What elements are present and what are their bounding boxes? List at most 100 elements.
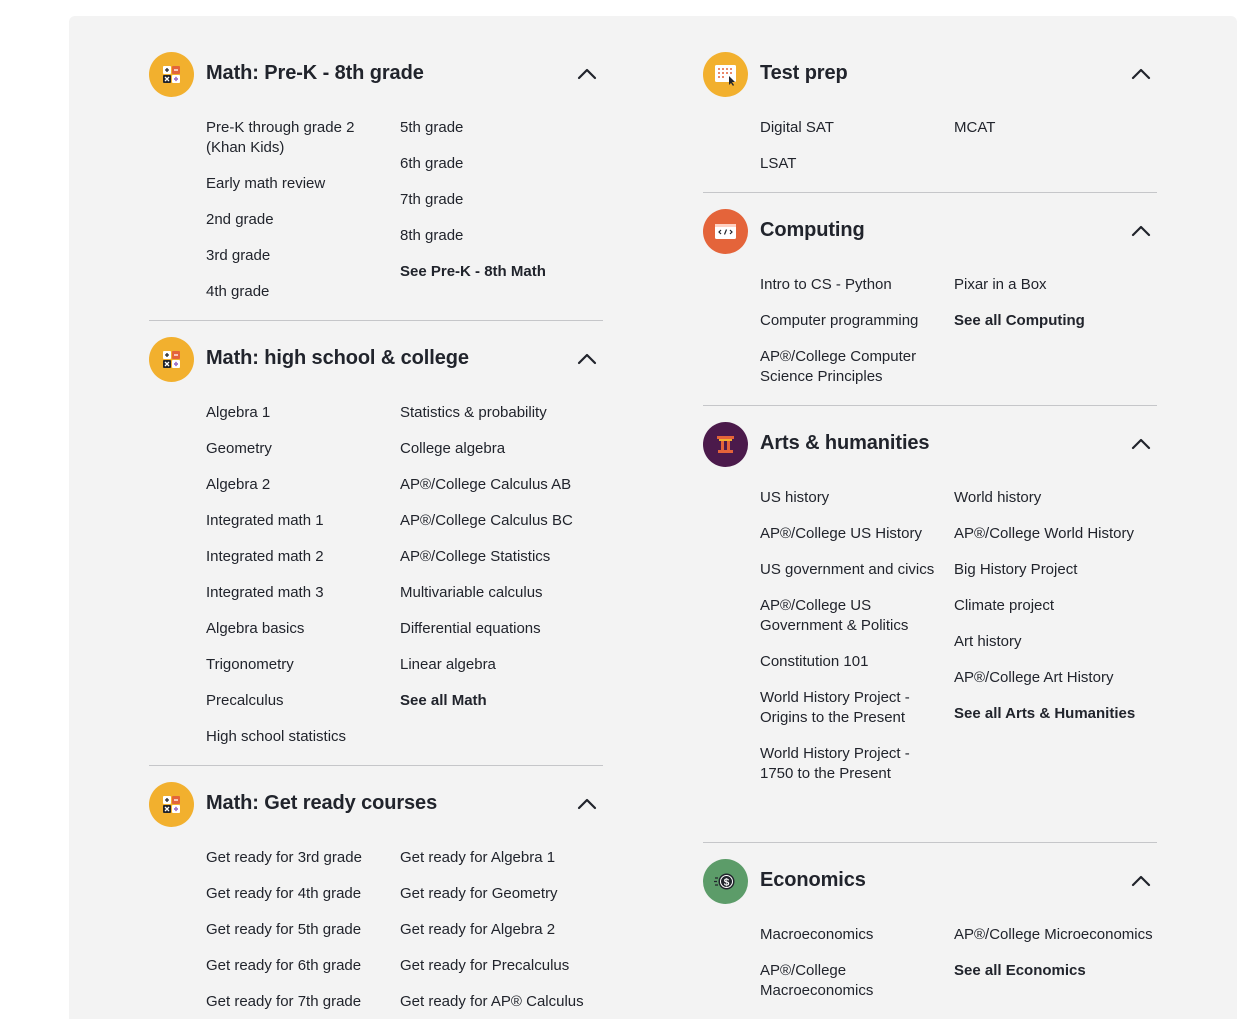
link-college-algebra[interactable]: College algebra [400,439,610,459]
section-divider [149,765,603,766]
link-multivariable-calculus[interactable]: Multivariable calculus [400,583,610,603]
link-algebra-1[interactable]: Algebra 1 [206,403,390,423]
link-ap-us-government[interactable]: AP®/College US Government & Politics [760,596,944,636]
section-divider [703,405,1157,406]
link-computer-programming[interactable]: Computer programming [760,311,944,331]
link-climate-project[interactable]: Climate project [954,596,1164,616]
link-get-ready-4th[interactable]: Get ready for 4th grade [206,884,390,904]
link-whp-origins[interactable]: World History Project - Origins to the P… [760,688,944,728]
section-header[interactable]: Computing [703,209,1157,255]
link-mcat[interactable]: MCAT [954,118,1164,138]
section-title[interactable]: Math: high school & college [206,347,469,370]
link-big-history-project[interactable]: Big History Project [954,560,1164,580]
subjects-menu-panel: Math: Pre-K - 8th grade Pre-K through gr… [69,16,1237,1019]
chevron-up-icon[interactable] [1129,64,1153,84]
link-digital-sat[interactable]: Digital SAT [760,118,944,138]
link-whp-1750[interactable]: World History Project - 1750 to the Pres… [760,744,944,784]
section-divider [703,842,1157,843]
link-get-ready-algebra-2[interactable]: Get ready for Algebra 2 [400,920,610,940]
chevron-up-icon[interactable] [575,64,599,84]
link-7th-grade[interactable]: 7th grade [400,190,610,210]
link-get-ready-algebra-1[interactable]: Get ready for Algebra 1 [400,848,610,868]
link-get-ready-geometry[interactable]: Get ready for Geometry [400,884,610,904]
test-prep-icon [703,52,748,97]
see-all-arts-link[interactable]: See all Arts & Humanities [954,704,1164,724]
link-prek-khan-kids[interactable]: Pre-K through grade 2 (Khan Kids) [206,118,390,158]
link-intro-cs-python[interactable]: Intro to CS - Python [760,275,944,295]
link-differential-equations[interactable]: Differential equations [400,619,610,639]
dollar-coin-icon: $ [703,859,748,904]
chevron-up-icon[interactable] [575,794,599,814]
link-algebra-basics[interactable]: Algebra basics [206,619,390,639]
link-us-history[interactable]: US history [760,488,944,508]
link-integrated-math-1[interactable]: Integrated math 1 [206,511,390,531]
chevron-up-icon[interactable] [1129,221,1153,241]
link-macroeconomics[interactable]: Macroeconomics [760,925,944,945]
link-get-ready-5th[interactable]: Get ready for 5th grade [206,920,390,940]
see-all-computing-link[interactable]: See all Computing [954,311,1164,331]
link-ap-art-history[interactable]: AP®/College Art History [954,668,1164,688]
chevron-up-icon[interactable] [1129,871,1153,891]
chevron-up-icon[interactable] [575,349,599,369]
link-trigonometry[interactable]: Trigonometry [206,655,390,675]
link-world-history[interactable]: World history [954,488,1164,508]
link-pixar-in-a-box[interactable]: Pixar in a Box [954,275,1164,295]
math-calculator-icon [149,782,194,827]
section-title[interactable]: Math: Get ready courses [206,792,437,815]
code-window-icon [703,209,748,254]
section-title[interactable]: Computing [760,219,865,242]
link-get-ready-3rd[interactable]: Get ready for 3rd grade [206,848,390,868]
link-hs-statistics[interactable]: High school statistics [206,727,390,747]
link-ap-world-history[interactable]: AP®/College World History [954,524,1164,544]
link-6th-grade[interactable]: 6th grade [400,154,610,174]
link-2nd-grade[interactable]: 2nd grade [206,210,390,230]
section-header[interactable]: Math: Get ready courses [149,782,603,828]
link-ap-statistics[interactable]: AP®/College Statistics [400,547,610,567]
link-ap-microeconomics[interactable]: AP®/College Microeconomics [954,925,1164,945]
column-icon [703,422,748,467]
link-get-ready-7th[interactable]: Get ready for 7th grade [206,992,390,1012]
section-header[interactable]: Test prep [703,52,1157,98]
see-all-math-link[interactable]: See all Math [400,691,610,711]
section-header[interactable]: Math: high school & college [149,337,603,383]
link-calculus-ab[interactable]: AP®/College Calculus AB [400,475,610,495]
section-header[interactable]: Math: Pre-K - 8th grade [149,52,603,98]
section-title[interactable]: Test prep [760,62,848,85]
link-integrated-math-2[interactable]: Integrated math 2 [206,547,390,567]
chevron-up-icon[interactable] [1129,434,1153,454]
link-get-ready-6th[interactable]: Get ready for 6th grade [206,956,390,976]
see-all-prek-math-link[interactable]: See Pre-K - 8th Math [400,262,610,282]
section-title[interactable]: Math: Pre-K - 8th grade [206,62,424,85]
link-linear-algebra[interactable]: Linear algebra [400,655,610,675]
link-lsat[interactable]: LSAT [760,154,944,174]
link-3rd-grade[interactable]: 3rd grade [206,246,390,266]
link-5th-grade[interactable]: 5th grade [400,118,610,138]
link-get-ready-precalculus[interactable]: Get ready for Precalculus [400,956,610,976]
link-get-ready-ap-calculus[interactable]: Get ready for AP® Calculus [400,992,610,1012]
math-calculator-icon [149,52,194,97]
link-4th-grade[interactable]: 4th grade [206,282,390,302]
link-constitution-101[interactable]: Constitution 101 [760,652,944,672]
section-header[interactable]: $ Economics [703,859,1157,905]
section-divider [149,320,603,321]
section-title[interactable]: Arts & humanities [760,432,930,455]
see-all-economics-link[interactable]: See all Economics [954,961,1164,981]
link-geometry[interactable]: Geometry [206,439,390,459]
link-ap-us-history[interactable]: AP®/College US History [760,524,944,544]
svg-text:$: $ [724,878,730,889]
link-algebra-2[interactable]: Algebra 2 [206,475,390,495]
link-early-math-review[interactable]: Early math review [206,174,390,194]
link-art-history[interactable]: Art history [954,632,1164,652]
link-us-government-civics[interactable]: US government and civics [760,560,944,580]
link-statistics-probability[interactable]: Statistics & probability [400,403,610,423]
section-title[interactable]: Economics [760,869,866,892]
section-header[interactable]: Arts & humanities [703,422,1157,468]
link-ap-cs-principles[interactable]: AP®/College Computer Science Principles [760,347,944,387]
link-calculus-bc[interactable]: AP®/College Calculus BC [400,511,610,531]
math-calculator-icon [149,337,194,382]
link-precalculus[interactable]: Precalculus [206,691,390,711]
link-8th-grade[interactable]: 8th grade [400,226,610,246]
section-divider [703,192,1157,193]
link-ap-macroeconomics[interactable]: AP®/College Macroeconomics [760,961,944,1001]
link-integrated-math-3[interactable]: Integrated math 3 [206,583,390,603]
